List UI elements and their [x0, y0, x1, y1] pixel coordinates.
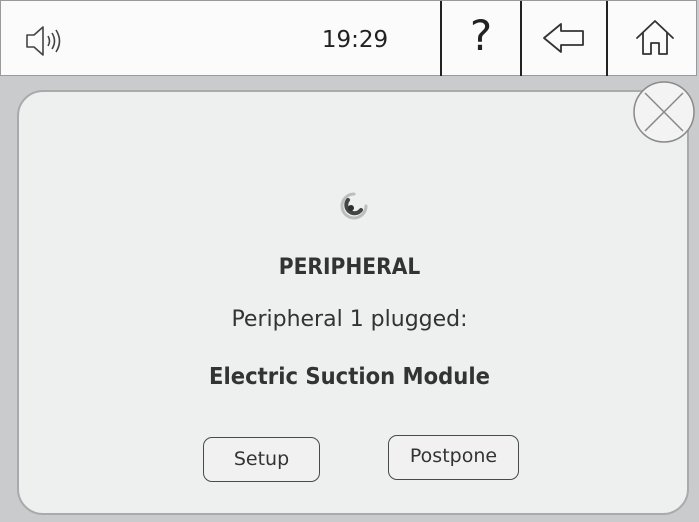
- speaker-icon[interactable]: [23, 23, 71, 59]
- dialog-message: Peripheral 1 plugged:: [231, 307, 468, 332]
- device-screen: 19:29 ? PERIPHERAL Peripheral 1 plugged:…: [0, 0, 699, 522]
- clock: 19:29: [321, 27, 389, 53]
- spinner-icon: [340, 192, 368, 220]
- top-bar: 19:29 ?: [0, 0, 697, 76]
- back-button[interactable]: [520, 1, 606, 76]
- home-icon: [636, 20, 674, 55]
- dialog-title: PERIPHERAL: [278, 255, 421, 280]
- help-label: ?: [469, 11, 493, 60]
- device-name: Electric Suction Module: [209, 364, 490, 390]
- peripheral-dialog: [17, 90, 689, 515]
- setup-button[interactable]: Setup: [203, 437, 320, 482]
- help-button[interactable]: ?: [440, 1, 520, 76]
- home-button[interactable]: [606, 1, 698, 76]
- close-icon[interactable]: [632, 80, 696, 144]
- arrow-left-icon: [543, 23, 584, 53]
- postpone-button[interactable]: Postpone: [388, 435, 519, 480]
